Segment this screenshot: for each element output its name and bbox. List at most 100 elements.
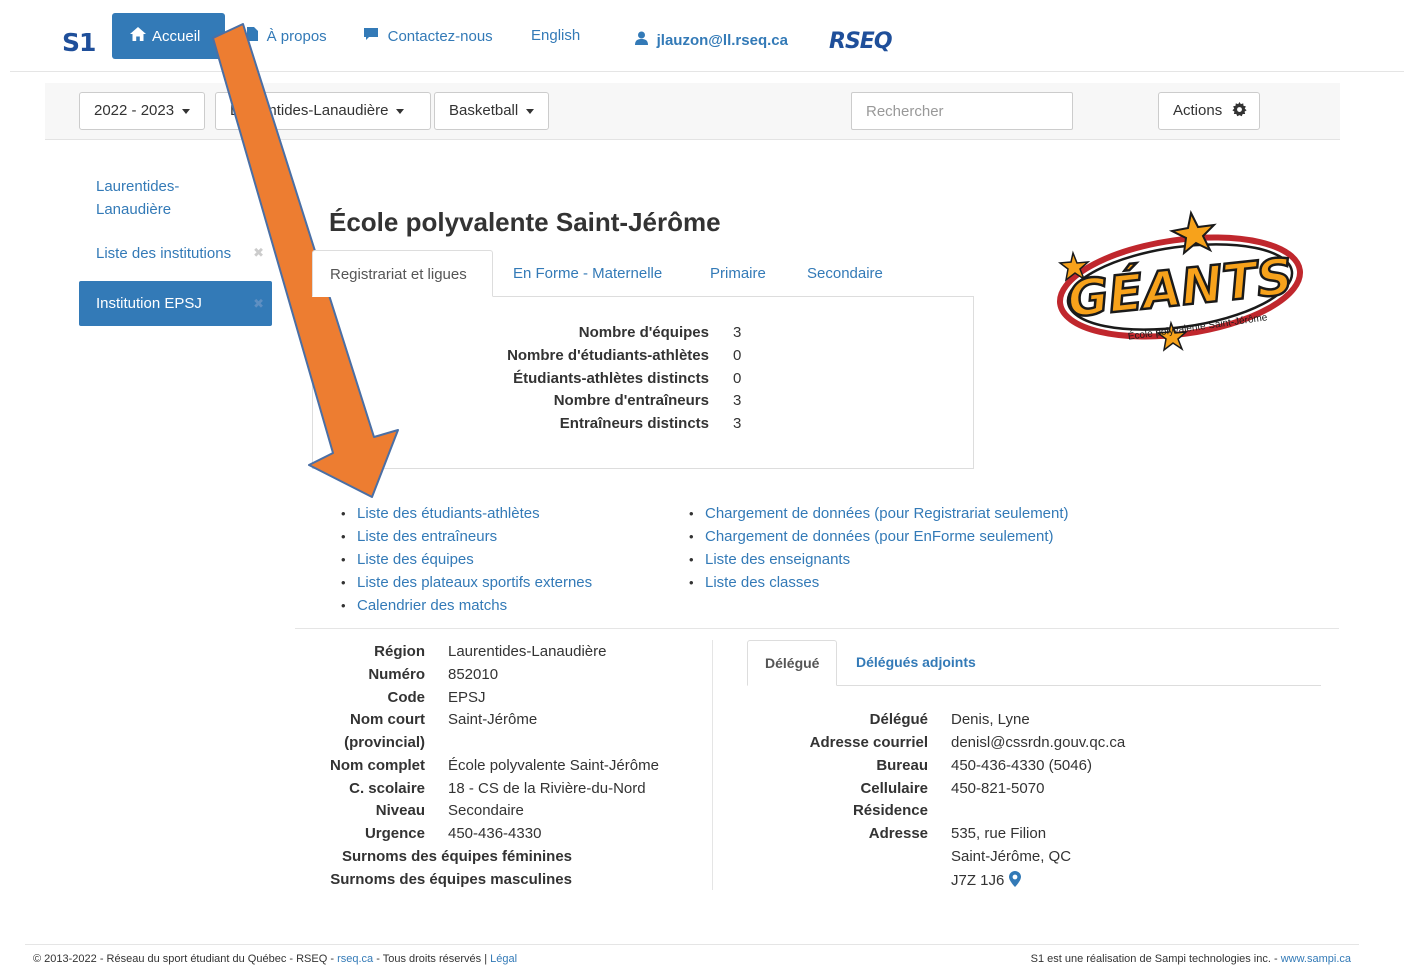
rseq-link[interactable]: rseq.ca — [337, 953, 373, 965]
nav-contact-label: Contactez-nous — [387, 28, 493, 45]
nav-contact-link[interactable]: Contactez-nous — [363, 27, 493, 45]
info-value: EPSJ — [448, 689, 486, 706]
sport-value: Basketball — [449, 102, 519, 119]
nav-language-link[interactable]: English — [531, 27, 580, 44]
tab-panel-stats: Nombre d'équipes 3 Nombre d'étudiants-at… — [312, 296, 974, 469]
link-calendrier[interactable]: Calendrier des matchs — [339, 597, 592, 620]
info-label: Nom court — [350, 711, 425, 728]
close-icon[interactable]: ✖ — [253, 245, 264, 261]
caret-down-icon — [182, 108, 191, 114]
info-label: Délégué — [869, 711, 928, 728]
gear-icon — [1228, 102, 1247, 119]
info-label: Cellulaire — [860, 780, 928, 797]
tab-registrariat[interactable]: Registrariat et ligues — [312, 250, 493, 297]
nav-about-link[interactable]: À propos — [247, 27, 327, 45]
address-line: J7Z 1J6 — [951, 871, 1022, 891]
nav-home-label: Accueil — [152, 28, 201, 45]
top-navbar: S1 Accueil À propos Contactez-nous Engli… — [10, 12, 1404, 72]
sidebar-item-institution-epsj[interactable]: Institution EPSJ ✖ — [79, 281, 272, 326]
delegue-tabs: Délégué Délégués adjoints — [747, 640, 1321, 686]
link-classes[interactable]: Liste des classes — [687, 574, 1069, 597]
link-plateaux[interactable]: Liste des plateaux sportifs externes — [339, 574, 592, 597]
link-chargement-enforme[interactable]: Chargement de données (pour EnForme seul… — [687, 528, 1069, 551]
stat-value: 3 — [733, 392, 742, 409]
info-value: Saint-Jérôme, QC — [951, 848, 1072, 865]
links-list-left: Liste des étudiants-athlètes Liste des e… — [339, 505, 592, 620]
vertical-divider — [712, 640, 713, 890]
info-label: Urgence — [364, 825, 425, 842]
sidebar-item-region[interactable]: Laurentides-Lanaudière — [79, 175, 272, 221]
nav-user-link[interactable]: jlauzon@ll.rseq.ca — [635, 31, 788, 49]
info-value: Secondaire — [448, 802, 524, 819]
info-label: Région — [374, 643, 425, 660]
footer: © 2013-2022 - Réseau du sport étudiant d… — [25, 944, 1359, 965]
actions-button[interactable]: Actions — [1158, 92, 1261, 130]
toolbar: 2022 - 2023 Laurentides-Lanaudière Baske… — [45, 83, 1340, 140]
info-value: 450-821-5070 — [951, 780, 1045, 797]
info-value: Saint-Jérôme — [448, 711, 538, 728]
info-label: Adresse — [868, 825, 928, 842]
map-marker-icon[interactable] — [1009, 871, 1022, 891]
tab-delegue[interactable]: Délégué — [747, 640, 837, 686]
tab-secondaire[interactable]: Secondaire — [790, 250, 900, 297]
link-chargement-registrariat[interactable]: Chargement de données (pour Registrariat… — [687, 505, 1069, 528]
region-dropdown[interactable]: Laurentides-Lanaudière — [215, 92, 431, 130]
file-icon — [247, 27, 262, 44]
links-list-right: Chargement de données (pour Registrariat… — [687, 505, 1069, 597]
footer-text: © 2013-2022 - Réseau du sport étudiant d… — [33, 953, 338, 965]
annotation-arrow — [212, 23, 399, 498]
info-label: Adresse courriel — [809, 734, 928, 751]
rseq-logo[interactable]: RSEQ — [829, 29, 893, 54]
link-athletes[interactable]: Liste des étudiants-athlètes — [339, 505, 592, 528]
comment-icon — [363, 28, 383, 44]
tab-primaire[interactable]: Primaire — [693, 250, 783, 297]
info-label: Surnoms des équipes masculines — [330, 871, 572, 888]
legal-link[interactable]: Légal — [490, 953, 517, 965]
info-label: Numéro — [368, 666, 425, 683]
stat-label: Étudiants-athlètes distincts — [513, 370, 709, 387]
caret-down-icon — [396, 108, 405, 114]
region-value: Laurentides-Lanaudière — [230, 102, 389, 119]
sidebar-item-label: Liste des institutions — [96, 245, 232, 262]
link-equipes[interactable]: Liste des équipes — [339, 551, 592, 574]
user-icon — [635, 31, 652, 48]
info-value: denisl@cssrdn.gouv.qc.ca — [951, 734, 1126, 751]
s1-logo[interactable]: S1 — [62, 28, 96, 57]
info-value: 18 - CS de la Rivière-du-Nord — [448, 780, 646, 797]
stat-value: 0 — [733, 347, 742, 364]
info-value: 450-436-4330 — [448, 825, 542, 842]
sidebar-item-label: Institution EPSJ — [96, 295, 202, 312]
stat-label: Nombre d'entraîneurs — [553, 392, 709, 409]
stat-value: 0 — [733, 370, 742, 387]
caret-down-icon — [526, 108, 535, 114]
info-value: Laurentides-Lanaudière — [448, 643, 607, 660]
season-value: 2022 - 2023 — [94, 102, 175, 119]
stat-label: Entraîneurs distincts — [559, 415, 709, 432]
search-input[interactable] — [851, 92, 1073, 130]
info-label: Nom complet — [329, 757, 425, 774]
sport-dropdown[interactable]: Basketball — [434, 92, 550, 130]
info-label: (provincial) — [344, 734, 425, 751]
nav-home-button[interactable]: Accueil — [112, 13, 225, 59]
footer-copyright: © 2013-2022 - Réseau du sport étudiant d… — [33, 953, 517, 965]
footer-text: S1 est une réalisation de Sampi technolo… — [1030, 953, 1281, 965]
sampi-link[interactable]: www.sampi.ca — [1281, 953, 1351, 965]
info-label: C. scolaire — [349, 780, 425, 797]
stat-label: Nombre d'étudiants-athlètes — [507, 347, 709, 364]
tab-en-forme[interactable]: En Forme - Maternelle — [496, 250, 679, 297]
info-value: École polyvalente Saint-Jérôme — [448, 757, 659, 774]
footer-text: - Tous droits réservés | — [373, 953, 491, 965]
link-entraineurs[interactable]: Liste des entraîneurs — [339, 528, 592, 551]
stat-value: 3 — [733, 415, 742, 432]
close-icon[interactable]: ✖ — [253, 296, 264, 312]
nav-about-label: À propos — [266, 28, 327, 45]
season-dropdown[interactable]: 2022 - 2023 — [79, 92, 206, 130]
info-label: Surnoms des équipes féminines — [341, 848, 572, 865]
info-label: Résidence — [852, 802, 928, 819]
divider — [295, 628, 1339, 629]
nav-user-label: jlauzon@ll.rseq.ca — [656, 32, 788, 49]
tab-delegues-adjoints[interactable]: Délégués adjoints — [839, 640, 993, 686]
link-enseignants[interactable]: Liste des enseignants — [687, 551, 1069, 574]
info-value: 535, rue Filion — [951, 825, 1047, 842]
sidebar-item-institutions[interactable]: Liste des institutions ✖ — [79, 245, 272, 262]
